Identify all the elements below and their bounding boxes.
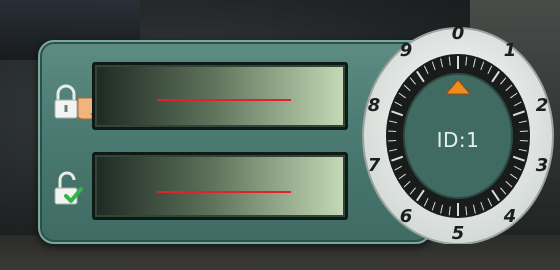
dial-digit-1[interactable]: 1 [499, 40, 521, 62]
dial-digit-4[interactable]: 4 [499, 206, 521, 228]
dial-tick [388, 139, 397, 142]
dial-digit-7[interactable]: 7 [363, 155, 385, 177]
dial-digit-0[interactable]: 0 [447, 23, 469, 45]
entry-cursor-line [157, 99, 291, 101]
dial-tick [519, 130, 528, 133]
entry-cursor-line [157, 191, 291, 193]
dial-id-label: ID:1 [436, 128, 480, 152]
dial-digit-3[interactable]: 3 [531, 155, 553, 177]
combination-dial[interactable]: 0 1 2 3 4 5 6 7 8 9 ID:1 [360, 20, 556, 244]
dial-digit-5[interactable]: 5 [447, 223, 469, 245]
dial-digit-6[interactable]: 6 [395, 206, 417, 228]
dial-tick [388, 130, 397, 133]
dial-digit-9[interactable]: 9 [395, 40, 417, 62]
combination-entry-field[interactable] [92, 62, 348, 130]
confirm-entry-field[interactable] [92, 152, 348, 220]
dial-tick [519, 139, 528, 142]
dial-digit-2[interactable]: 2 [531, 95, 553, 117]
dial-digit-8[interactable]: 8 [363, 95, 385, 117]
